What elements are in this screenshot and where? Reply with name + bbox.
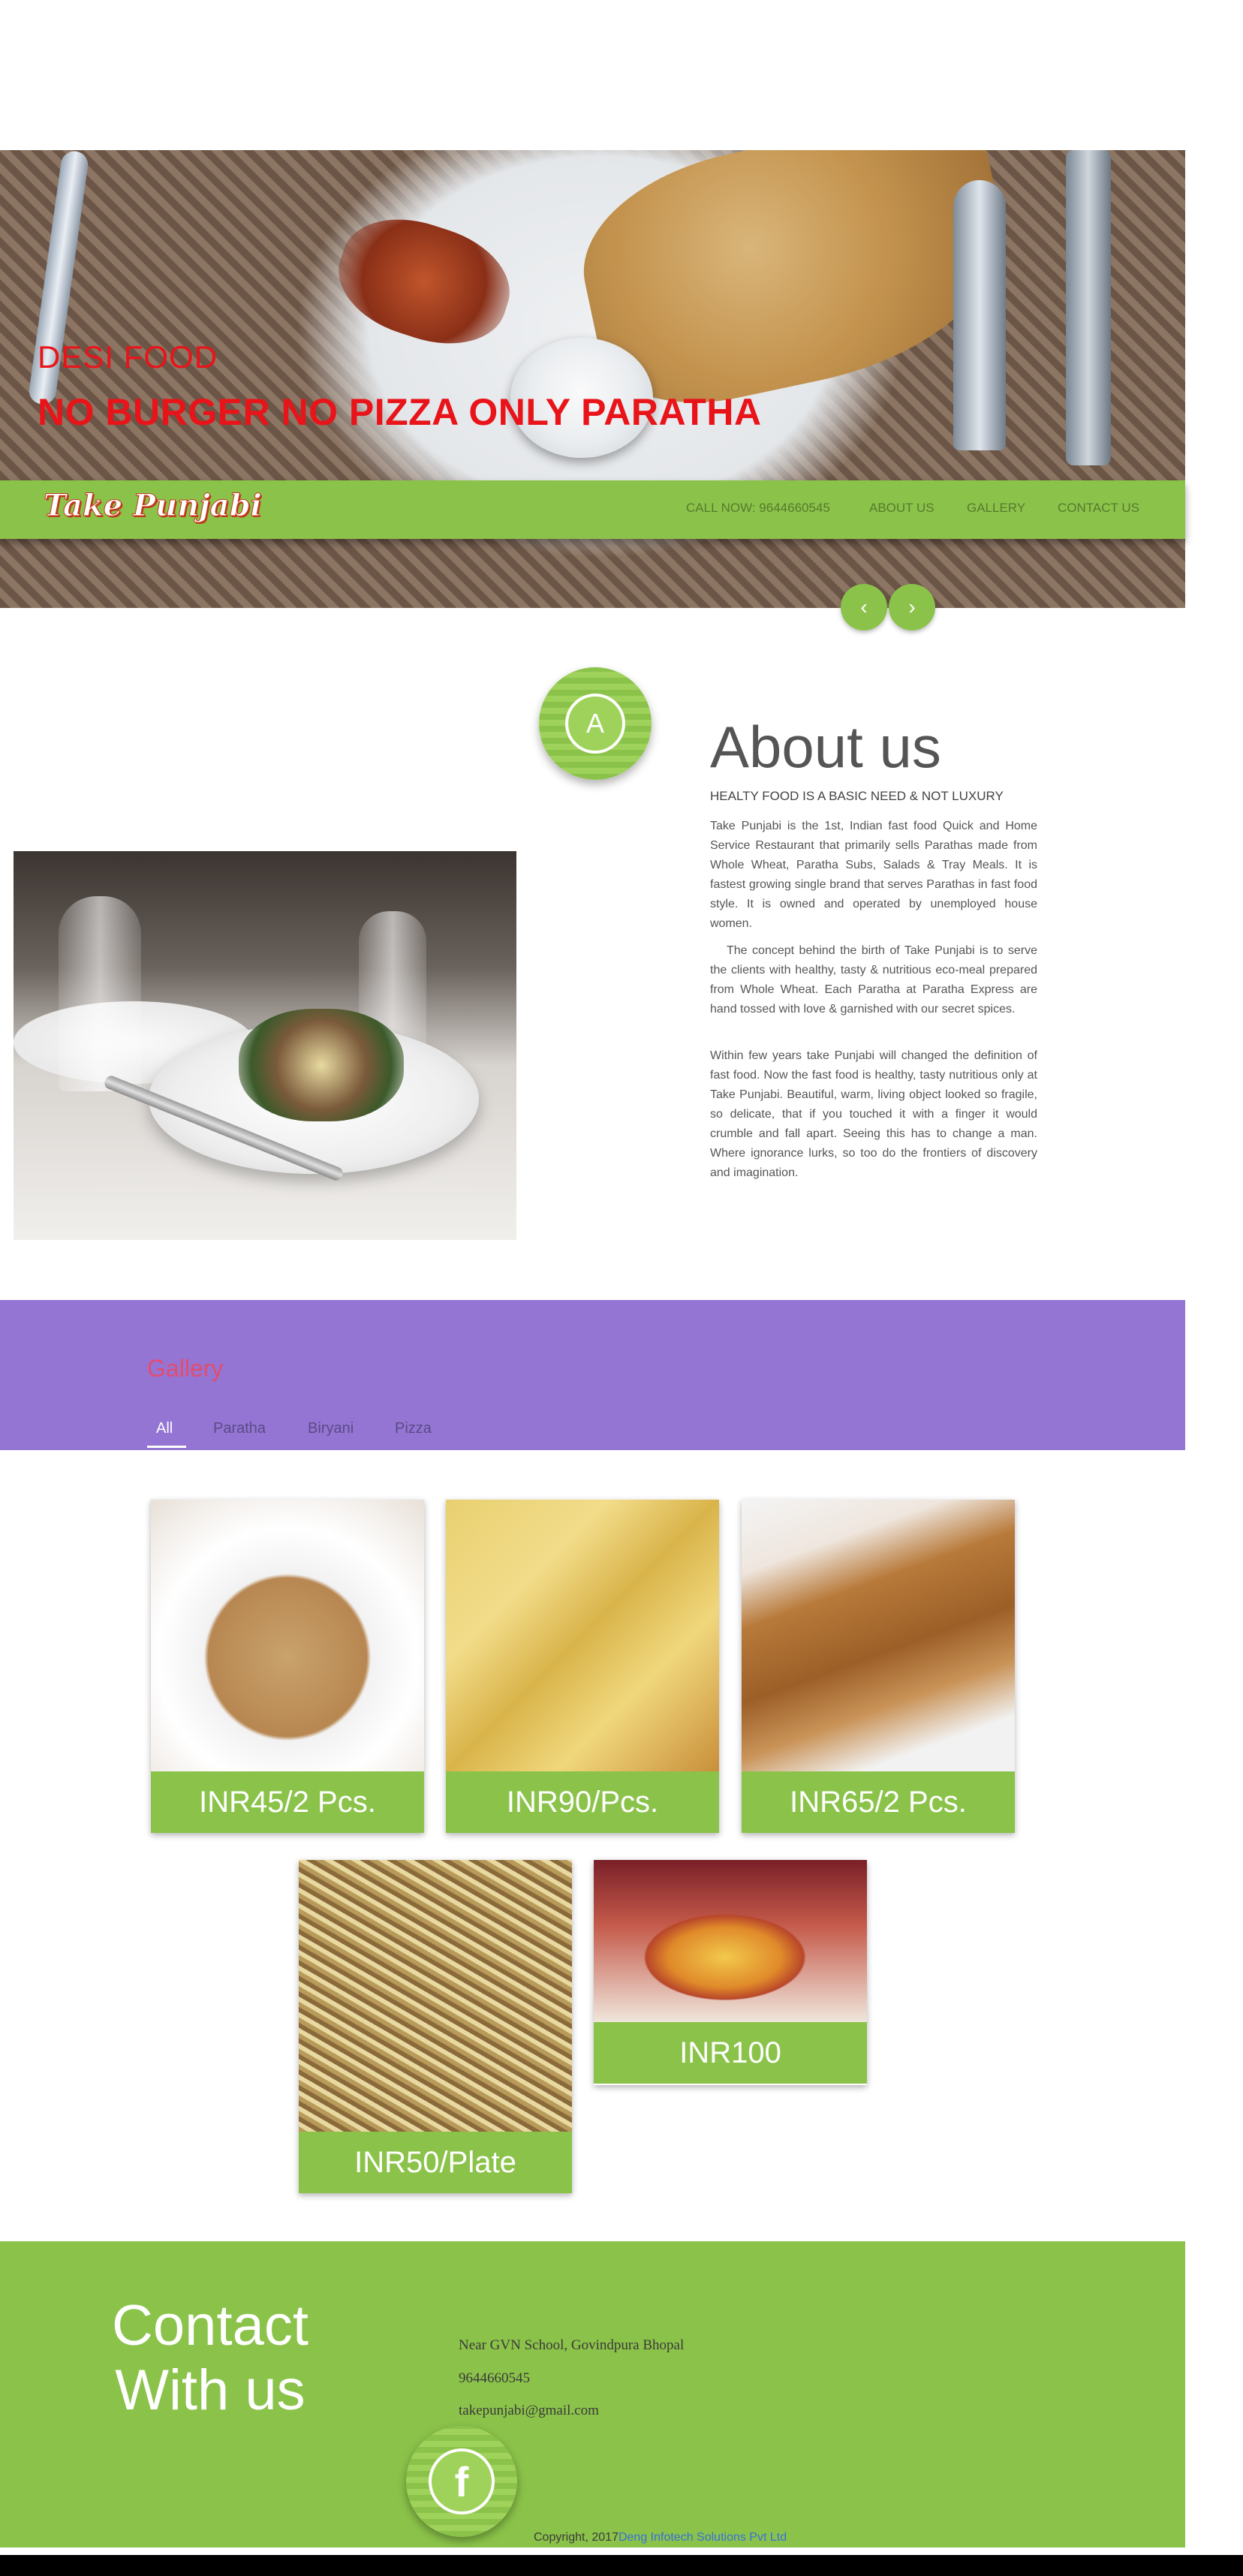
hero-pickle-image xyxy=(324,201,524,362)
gallery-tab-pizza[interactable]: Pizza xyxy=(395,1420,432,1437)
hero-title: NO BURGER NO PIZZA ONLY PARATHA xyxy=(38,391,762,433)
paratha-image xyxy=(151,1500,424,1771)
hero-subtitle: DESI FOOD xyxy=(38,339,218,375)
card-price: INR100 xyxy=(594,2022,867,2084)
bottom-bar xyxy=(0,2555,1243,2576)
contact-heading: Contact With us xyxy=(98,2294,323,2423)
copyright-company-link[interactable]: Deng Infotech Solutions Pvt Ltd xyxy=(618,2531,787,2544)
nav-link-contact-us[interactable]: CONTACT US xyxy=(1058,501,1139,516)
gallery-tab-biryani[interactable]: Biryani xyxy=(308,1420,354,1437)
gallery-title: Gallery xyxy=(147,1355,224,1382)
chevron-right-icon: › xyxy=(908,595,916,618)
photo-wine-glass xyxy=(59,896,141,1091)
gallery-card[interactable]: INR90/Pcs. xyxy=(446,1500,719,1833)
about-paragraph: The concept behind the birth of Take Pun… xyxy=(710,944,1037,1016)
nav-link-gallery[interactable]: GALLERY xyxy=(967,501,1025,516)
gallery-card[interactable]: INR50/Plate xyxy=(299,1860,572,2193)
about-heading: About us xyxy=(710,714,941,780)
hero-spoon-image xyxy=(953,180,1006,450)
gallery-tab-paratha[interactable]: Paratha xyxy=(213,1420,266,1437)
contact-heading-line: With us xyxy=(115,2358,305,2422)
carousel-prev-button[interactable]: ‹ xyxy=(841,584,887,630)
gallery-card[interactable]: INR45/2 Pcs. xyxy=(151,1500,424,1833)
about-paragraph: Within few years take Punjabi will chang… xyxy=(710,1049,1037,1179)
card-price: INR50/Plate xyxy=(299,2132,572,2193)
card-price: INR65/2 Pcs. xyxy=(742,1771,1015,1833)
brand-logo[interactable]: Take Punjabi xyxy=(44,488,263,524)
about-subheading: HEALTY FOOD IS A BASIC NEED & NOT LUXURY xyxy=(710,789,1004,803)
contact-heading-line: Contact xyxy=(112,2294,308,2358)
gallery-card[interactable]: INR65/2 Pcs. xyxy=(742,1500,1015,1833)
active-tab-underline xyxy=(147,1446,186,1448)
gallery-card[interactable]: INR100 xyxy=(594,1860,867,2085)
copyright-text: Copyright, 2017 xyxy=(534,2531,618,2544)
photo-food xyxy=(239,1009,404,1121)
paratha-slices-image xyxy=(446,1500,719,1771)
contact-phone[interactable]: 9644660545 xyxy=(459,2370,530,2387)
gallery-tab-all[interactable]: All xyxy=(156,1420,173,1437)
hero-fork-image xyxy=(1066,150,1111,465)
biryani-image xyxy=(299,1860,572,2132)
about-paragraph: Take Punjabi is the 1st, Indian fast foo… xyxy=(710,820,1037,930)
contact-address: Near GVN School, Govindpura Bhopal xyxy=(459,2337,685,2353)
stuffed-paratha-image xyxy=(742,1500,1015,1771)
about-badge: A xyxy=(539,667,652,780)
facebook-button[interactable]: f xyxy=(406,2426,517,2537)
nav-link-about-us[interactable]: ABOUT US xyxy=(869,501,935,516)
copyright: Copyright, 2017Deng Infotech Solutions P… xyxy=(534,2531,787,2544)
card-price: INR90/Pcs. xyxy=(446,1771,719,1833)
about-dining-photo xyxy=(14,851,516,1240)
letter-a-icon: A xyxy=(565,694,625,754)
facebook-icon: f xyxy=(429,2448,495,2514)
contact-email[interactable]: takepunjabi@gmail.com xyxy=(459,2403,599,2419)
hero-banner xyxy=(0,150,1185,608)
card-price: INR45/2 Pcs. xyxy=(151,1771,424,1833)
chevron-left-icon: ‹ xyxy=(860,595,868,618)
navbar: Take Punjabi CALL NOW: 9644660545 ABOUT … xyxy=(0,480,1185,539)
carousel-next-button[interactable]: › xyxy=(889,584,935,630)
pizza-image xyxy=(594,1860,867,2022)
nav-link-call-now[interactable]: CALL NOW: 9644660545 xyxy=(686,501,830,516)
